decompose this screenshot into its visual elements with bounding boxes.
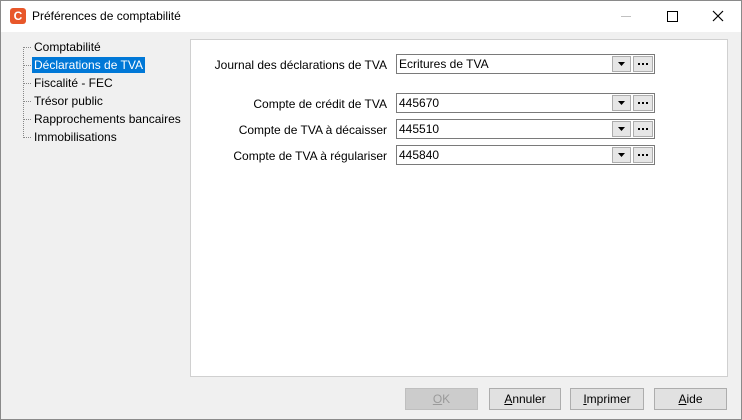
regulariser-combo[interactable]: 445840 (396, 145, 655, 165)
journal-label: Journal des déclarations de TVA (214, 58, 387, 72)
tree-item-comptabilite[interactable]: Comptabilité (23, 39, 198, 55)
tree-connector (23, 47, 31, 48)
tree-item-label: Déclarations de TVA (32, 57, 145, 73)
credit-combo[interactable]: 445670 (396, 93, 655, 113)
aide-mnemonic: A (678, 392, 687, 406)
tree-item-label: Rapprochements bancaires (34, 112, 181, 126)
aide-label: ide (686, 392, 703, 406)
ok-label: K (442, 392, 451, 406)
minimize-icon (621, 16, 631, 17)
annuler-button[interactable]: Annuler (489, 388, 561, 410)
chevron-down-icon (618, 101, 625, 105)
tree-connector (23, 101, 31, 102)
tree-connector (23, 83, 31, 84)
app-logo-icon: C (10, 8, 26, 24)
decaisser-browse-button[interactable] (633, 121, 653, 137)
journal-combo[interactable]: Ecritures de TVA (396, 54, 655, 74)
aide-button[interactable]: Aide (654, 388, 727, 410)
decaisser-label: Compte de TVA à décaisser (238, 123, 387, 137)
decaisser-combo[interactable]: 445510 (396, 119, 655, 139)
credit-browse-button[interactable] (633, 95, 653, 111)
preferences-tree: Comptabilité Déclarations de TVA Fiscali… (15, 38, 185, 158)
regulariser-dropdown-button[interactable] (612, 147, 631, 163)
tree-connector (23, 119, 31, 120)
maximize-button[interactable] (649, 1, 695, 32)
settings-panel: Journal des déclarations de TVA Ecriture… (190, 39, 728, 377)
regulariser-label: Compte de TVA à régulariser (233, 149, 387, 163)
credit-value: 445670 (399, 96, 440, 110)
tree-item-label: Trésor public (34, 94, 103, 108)
chevron-down-icon (618, 153, 625, 157)
ok-button[interactable]: OK (405, 388, 478, 410)
ok-mnemonic: O (432, 392, 443, 406)
ellipsis-icon (638, 154, 648, 156)
tree-item-label: Fiscalité - FEC (34, 76, 113, 90)
ellipsis-icon (638, 63, 648, 65)
close-button[interactable] (695, 1, 741, 32)
preferences-window: C Préférences de comptabilité Comptabili… (0, 0, 742, 420)
credit-dropdown-button[interactable] (612, 95, 631, 111)
tree-item-label: Comptabilité (34, 40, 101, 54)
chevron-down-icon (618, 127, 625, 131)
close-icon (712, 10, 724, 22)
annuler-label: nnuler (512, 392, 546, 406)
tree-item-label: Immobilisations (34, 130, 117, 144)
tree-item-declarations-tva[interactable]: Déclarations de TVA (23, 57, 198, 73)
app-logo-glyph: C (13, 9, 23, 23)
title-bar: C Préférences de comptabilité (1, 1, 741, 32)
tree-connector (23, 137, 31, 138)
imprimer-label: mprimer (586, 392, 631, 406)
tree-item-rapprochements-bancaires[interactable]: Rapprochements bancaires (23, 111, 198, 127)
decaisser-dropdown-button[interactable] (612, 121, 631, 137)
tree-item-fiscalite-fec[interactable]: Fiscalité - FEC (23, 75, 198, 91)
imprimer-button[interactable]: Imprimer (570, 388, 644, 410)
regulariser-browse-button[interactable] (633, 147, 653, 163)
ellipsis-icon (638, 102, 648, 104)
journal-dropdown-button[interactable] (612, 56, 631, 72)
journal-browse-button[interactable] (633, 56, 653, 72)
minimize-button[interactable] (603, 1, 649, 32)
ellipsis-icon (638, 128, 648, 130)
decaisser-value: 445510 (399, 122, 440, 136)
tree-item-immobilisations[interactable]: Immobilisations (23, 129, 198, 145)
maximize-icon (667, 11, 678, 22)
credit-label: Compte de crédit de TVA (253, 97, 387, 111)
tree-item-tresor-public[interactable]: Trésor public (23, 93, 198, 109)
regulariser-value: 445840 (399, 148, 440, 162)
tree-connector (23, 65, 31, 66)
chevron-down-icon (618, 62, 625, 66)
window-title: Préférences de comptabilité (32, 9, 181, 23)
journal-value: Ecritures de TVA (399, 57, 489, 71)
